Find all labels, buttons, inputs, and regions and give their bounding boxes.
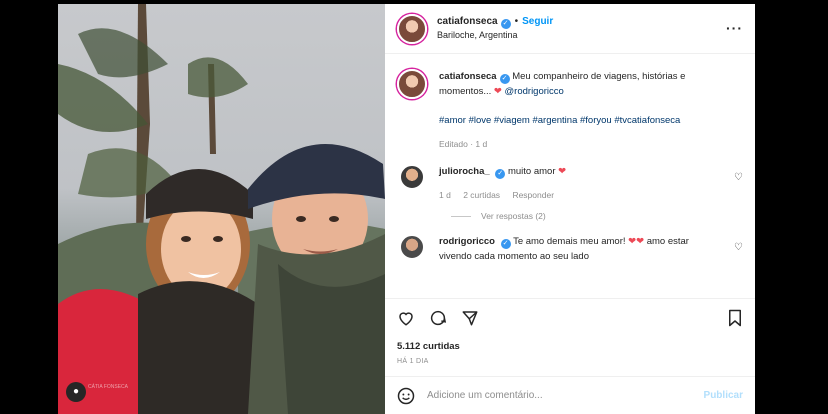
comment-username[interactable]: rodrigoricco xyxy=(439,236,495,247)
post-photo[interactable]: ● CÁTIA FONSECA xyxy=(58,4,385,414)
comment-heart-icon[interactable]: ♡ xyxy=(734,242,743,253)
comment-body: rodrigoricco ✓ Te amo demais meu amor! ❤… xyxy=(439,234,714,264)
comment-time: 1 d xyxy=(439,190,451,200)
comment-text: Te amo demais meu amor! xyxy=(513,236,626,247)
publish-button[interactable]: Publicar xyxy=(704,390,743,401)
caption-avatar[interactable] xyxy=(397,69,427,99)
caption-body: catiafonseca ✓ Meu companheiro de viagens… xyxy=(439,69,714,152)
comment-text: muito amor xyxy=(507,166,556,177)
actions-bar: 5.112 curtidas HÁ 1 DIA xyxy=(385,298,755,365)
red-heart-icon: ❤❤ xyxy=(628,236,645,247)
separator-dot: • xyxy=(514,16,519,27)
caption: catiafonseca ✓ Meu companheiro de viagens… xyxy=(397,69,743,152)
red-heart-icon: ❤ xyxy=(558,166,567,177)
comment-likes[interactable]: 2 curtidas xyxy=(463,190,500,200)
watermark: CÁTIA FONSECA xyxy=(88,372,128,402)
comment-username[interactable]: juliorocha_ xyxy=(439,166,490,177)
comment-body: juliorocha_ ✓ muito amor ❤ 1 d 2 curtida… xyxy=(439,164,714,203)
caption-hashtags[interactable]: #amor #love #viagem #argentina #foryou #… xyxy=(439,113,714,128)
more-icon[interactable]: ··· xyxy=(726,20,743,36)
bookmark-icon[interactable] xyxy=(727,309,743,327)
verified-icon: ✓ xyxy=(495,169,506,179)
header-username[interactable]: catiafonseca xyxy=(437,16,498,27)
verified-icon: ✓ xyxy=(499,74,510,84)
comments-area[interactable]: catiafonseca ✓ Meu companheiro de viagens… xyxy=(385,54,755,294)
add-comment-bar: Publicar xyxy=(385,376,755,414)
likes-count[interactable]: 5.112 curtidas xyxy=(397,341,743,352)
reply-button[interactable]: Responder xyxy=(512,190,554,200)
caption-mention[interactable]: @rodrigoricco xyxy=(505,86,564,97)
view-replies-button[interactable]: Ver respostas (2) xyxy=(451,211,743,221)
emoji-icon[interactable] xyxy=(397,387,415,405)
avatar[interactable] xyxy=(397,13,427,44)
location-link[interactable]: Bariloche, Argentina xyxy=(437,29,553,42)
action-icons xyxy=(397,307,743,329)
verified-icon: ✓ xyxy=(500,19,511,29)
comment-input[interactable] xyxy=(427,390,704,401)
red-heart-icon: ❤ xyxy=(493,86,502,97)
replies-line xyxy=(451,215,471,217)
left-backdrop xyxy=(0,0,58,414)
caption-edited: Editado · 1 d xyxy=(439,139,488,149)
caption-username[interactable]: catiafonseca xyxy=(439,71,497,82)
post-time: HÁ 1 DIA xyxy=(397,358,429,365)
verified-icon: ✓ xyxy=(500,239,511,249)
header-text: catiafonseca ✓ • Seguir Bariloche, Argentin… xyxy=(437,15,553,42)
comment-item: rodrigoricco ✓ Te amo demais meu amor! ❤… xyxy=(397,234,743,264)
comment-avatar[interactable] xyxy=(399,234,425,260)
comment-heart-icon[interactable]: ♡ xyxy=(734,172,743,183)
photo-illustration xyxy=(58,4,385,414)
heart-icon[interactable] xyxy=(397,309,415,327)
comment-avatar[interactable] xyxy=(399,164,425,190)
follow-button[interactable]: Seguir xyxy=(522,16,553,27)
watermark-text: CÁTIA FONSECA xyxy=(88,384,129,390)
post-panel: catiafonseca ✓ • Seguir Bariloche, Argentin… xyxy=(385,4,755,414)
post-header: catiafonseca ✓ • Seguir Bariloche, Argentin… xyxy=(385,4,755,54)
right-backdrop xyxy=(755,0,828,414)
view-replies-label: Ver respostas (2) xyxy=(481,211,546,221)
comment-item: juliorocha_ ✓ muito amor ❤ 1 d 2 curtida… xyxy=(397,164,743,203)
share-icon[interactable] xyxy=(461,309,479,327)
comment-meta: 1 d 2 curtidas Responder xyxy=(439,188,714,203)
comment-icon[interactable] xyxy=(429,309,447,327)
tagged-user-icon[interactable]: ● xyxy=(66,382,86,402)
